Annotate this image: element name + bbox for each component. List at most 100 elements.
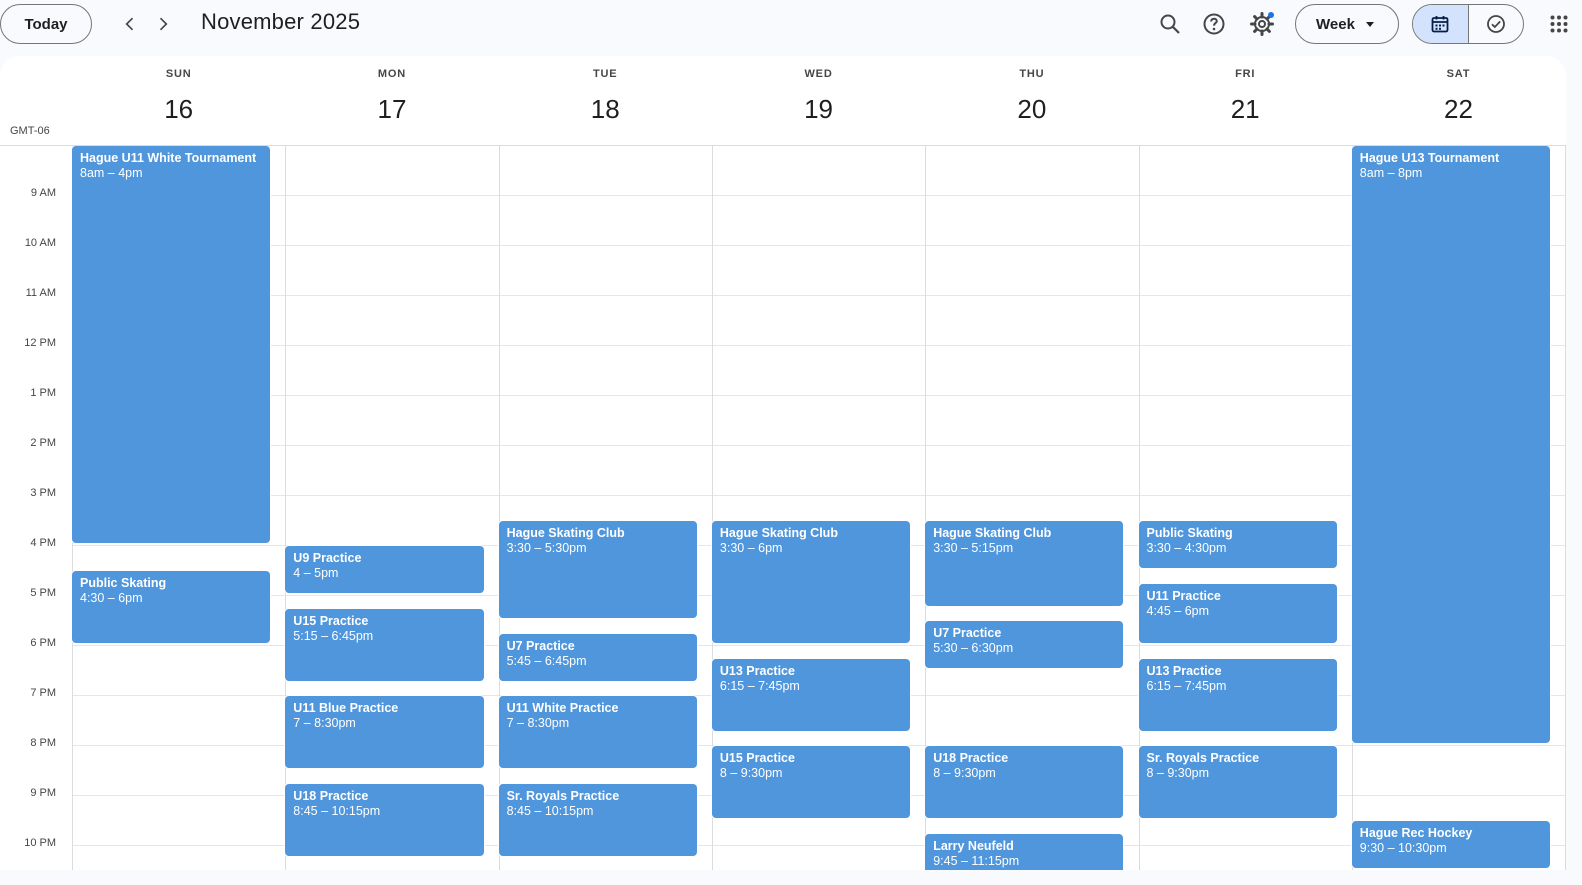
hour-gridline bbox=[72, 345, 1566, 346]
event-time: 8 – 9:30pm bbox=[1146, 766, 1210, 780]
event-time: 6:15 – 7:45pm bbox=[1146, 678, 1227, 693]
day-header: SUN 16 bbox=[72, 56, 285, 146]
event-title: Hague Skating Club bbox=[719, 526, 838, 540]
apps-button[interactable] bbox=[1540, 5, 1578, 43]
tasks-view-toggle[interactable] bbox=[1467, 5, 1523, 43]
day-column-divider bbox=[1565, 146, 1566, 870]
calendar-tasks-toggle bbox=[1412, 4, 1524, 44]
event-title: Public Skating bbox=[80, 576, 167, 590]
calendar-view-toggle[interactable] bbox=[1413, 5, 1468, 43]
event-time: 3:30 – 5:15pm bbox=[933, 541, 1014, 555]
event-time: 8:45 – 10:15pm bbox=[506, 803, 594, 818]
hour-label: 10 AM bbox=[24, 237, 56, 249]
event-time: 5:15 – 6:45pm bbox=[293, 628, 374, 643]
event-time: 3:30 – 5:30pm bbox=[506, 541, 587, 555]
event-chip[interactable]: Hague Skating Club 3:30 – 5:15pm bbox=[925, 521, 1124, 606]
event-chip[interactable]: Hague U13 Tournament 8am – 8pm bbox=[1351, 146, 1551, 743]
event-title: U18 Practice bbox=[933, 751, 1009, 765]
event-time: 8 – 9:30pm bbox=[933, 766, 996, 780]
hour-label: 7 PM bbox=[30, 687, 56, 699]
event-title: U7 Practice bbox=[506, 638, 575, 653]
settings-button[interactable] bbox=[1243, 5, 1281, 43]
event-chip[interactable]: Sr. Royals Practice 8 – 9:30pm bbox=[1138, 746, 1337, 818]
event-title: Sr. Royals Practice bbox=[1146, 751, 1260, 765]
chevron-right-icon bbox=[159, 17, 168, 31]
event-title: Hague Skating Club bbox=[933, 526, 1052, 540]
event-chip[interactable]: U9 Practice 4 – 5pm bbox=[285, 546, 484, 593]
event-title: U13 Practice bbox=[719, 663, 795, 678]
time-grid[interactable]: 8 AM 9 AM 10 AM 11 AM 12 PM 1 PM 2 PM 3 PM 4 PM 5… bbox=[0, 146, 1566, 870]
hour-label: 10 PM bbox=[24, 837, 56, 849]
event-chip[interactable]: U18 Practice 8 – 9:30pm bbox=[925, 746, 1124, 818]
hour-label: 5 PM bbox=[30, 587, 56, 599]
timezone-label: GMT-06 bbox=[10, 125, 50, 137]
event-chip[interactable]: U15 Practice 5:15 – 6:45pm bbox=[285, 608, 484, 681]
event-time: 8am – 4pm bbox=[80, 166, 143, 180]
event-chip[interactable]: Hague Skating Club 3:30 – 5:30pm bbox=[498, 521, 697, 618]
event-chip[interactable]: Public Skating 4:30 – 6pm bbox=[72, 571, 271, 643]
event-title: U13 Practice bbox=[1146, 663, 1222, 678]
view-select-week[interactable]: Week bbox=[1295, 4, 1399, 44]
help-button[interactable] bbox=[1195, 5, 1233, 43]
event-chip[interactable]: Larry Neufeld 9:45 – 11:15pm bbox=[925, 833, 1124, 870]
event-time: 4 – 5pm bbox=[293, 566, 339, 580]
day-number[interactable]: 16 bbox=[72, 94, 285, 125]
event-chip[interactable]: Sr. Royals Practice 8:45 – 10:15pm bbox=[498, 783, 697, 856]
previous-week-button[interactable] bbox=[114, 8, 146, 40]
day-number[interactable]: 20 bbox=[925, 94, 1138, 125]
day-header: SAT 22 bbox=[1352, 56, 1565, 146]
hour-label: 9 PM bbox=[30, 787, 56, 799]
day-number[interactable]: 22 bbox=[1352, 94, 1565, 125]
event-title: U11 Blue Practice bbox=[293, 701, 399, 715]
event-chip[interactable]: U13 Practice 6:15 – 7:45pm bbox=[1138, 658, 1337, 731]
event-chip[interactable]: U15 Practice 8 – 9:30pm bbox=[711, 746, 911, 818]
day-header: THU 20 bbox=[925, 56, 1138, 146]
event-time: 3:30 – 6pm bbox=[719, 541, 783, 555]
settings-icon bbox=[1250, 12, 1274, 36]
event-chip[interactable]: Hague Skating Club 3:30 – 6pm bbox=[711, 521, 911, 643]
event-title: Hague U11 White Tournament bbox=[80, 151, 257, 165]
hour-label: 9 AM bbox=[30, 187, 56, 199]
event-chip[interactable]: U11 White Practice 7 – 8:30pm bbox=[498, 696, 697, 768]
event-chip[interactable]: U18 Practice 8:45 – 10:15pm bbox=[285, 783, 484, 856]
day-number[interactable]: 17 bbox=[285, 94, 498, 125]
day-header: TUE 18 bbox=[499, 56, 712, 146]
day-of-week-label: SAT bbox=[1446, 68, 1471, 80]
event-chip[interactable]: U11 Blue Practice 7 – 8:30pm bbox=[285, 696, 484, 768]
top-toolbar: Today November 2025 Week bbox=[0, 0, 1582, 56]
event-time: 3:30 – 4:30pm bbox=[1146, 541, 1227, 555]
apps-grid-icon bbox=[1550, 15, 1568, 33]
day-number[interactable]: 18 bbox=[499, 94, 712, 125]
event-chip[interactable]: U13 Practice 6:15 – 7:45pm bbox=[711, 658, 911, 731]
hour-label: 11 AM bbox=[25, 287, 56, 299]
event-chip[interactable]: Hague Rec Hockey 9:30 – 10:30pm bbox=[1351, 821, 1551, 868]
hour-gridline bbox=[72, 245, 1566, 246]
event-title: Hague U13 Tournament bbox=[1359, 151, 1500, 165]
search-icon bbox=[1160, 14, 1180, 34]
event-title: Hague Rec Hockey bbox=[1359, 826, 1473, 840]
event-time: 8:45 – 10:15pm bbox=[293, 803, 381, 818]
event-chip[interactable]: U7 Practice 5:45 – 6:45pm bbox=[498, 633, 697, 681]
hour-gridline bbox=[72, 295, 1566, 296]
event-time: 5:45 – 6:45pm bbox=[506, 653, 587, 668]
day-number[interactable]: 19 bbox=[712, 94, 925, 125]
day-of-week-label: THU bbox=[1019, 68, 1045, 80]
day-header: WED 19 bbox=[712, 56, 925, 146]
day-header: MON 17 bbox=[285, 56, 498, 146]
hour-label: 6 PM bbox=[30, 637, 56, 649]
event-title: U15 Practice bbox=[719, 751, 795, 765]
search-button[interactable] bbox=[1151, 5, 1189, 43]
hour-label: 12 PM bbox=[24, 337, 56, 349]
event-chip[interactable]: Public Skating 3:30 – 4:30pm bbox=[1138, 521, 1337, 568]
hour-label: 8 AM bbox=[0, 146, 56, 149]
event-time: 6:15 – 7:45pm bbox=[719, 678, 800, 693]
event-chip[interactable]: Hague U11 White Tournament 8am – 4pm bbox=[72, 146, 271, 543]
today-button[interactable]: Today bbox=[0, 4, 92, 44]
hour-gridline bbox=[72, 445, 1566, 446]
hour-label: 1 PM bbox=[30, 387, 56, 399]
event-chip[interactable]: U11 Practice 4:45 – 6pm bbox=[1138, 583, 1337, 643]
day-number[interactable]: 21 bbox=[1139, 94, 1352, 125]
event-time: 4:30 – 6pm bbox=[80, 591, 143, 605]
next-week-button[interactable] bbox=[147, 8, 179, 40]
event-chip[interactable]: U7 Practice 5:30 – 6:30pm bbox=[925, 621, 1124, 668]
